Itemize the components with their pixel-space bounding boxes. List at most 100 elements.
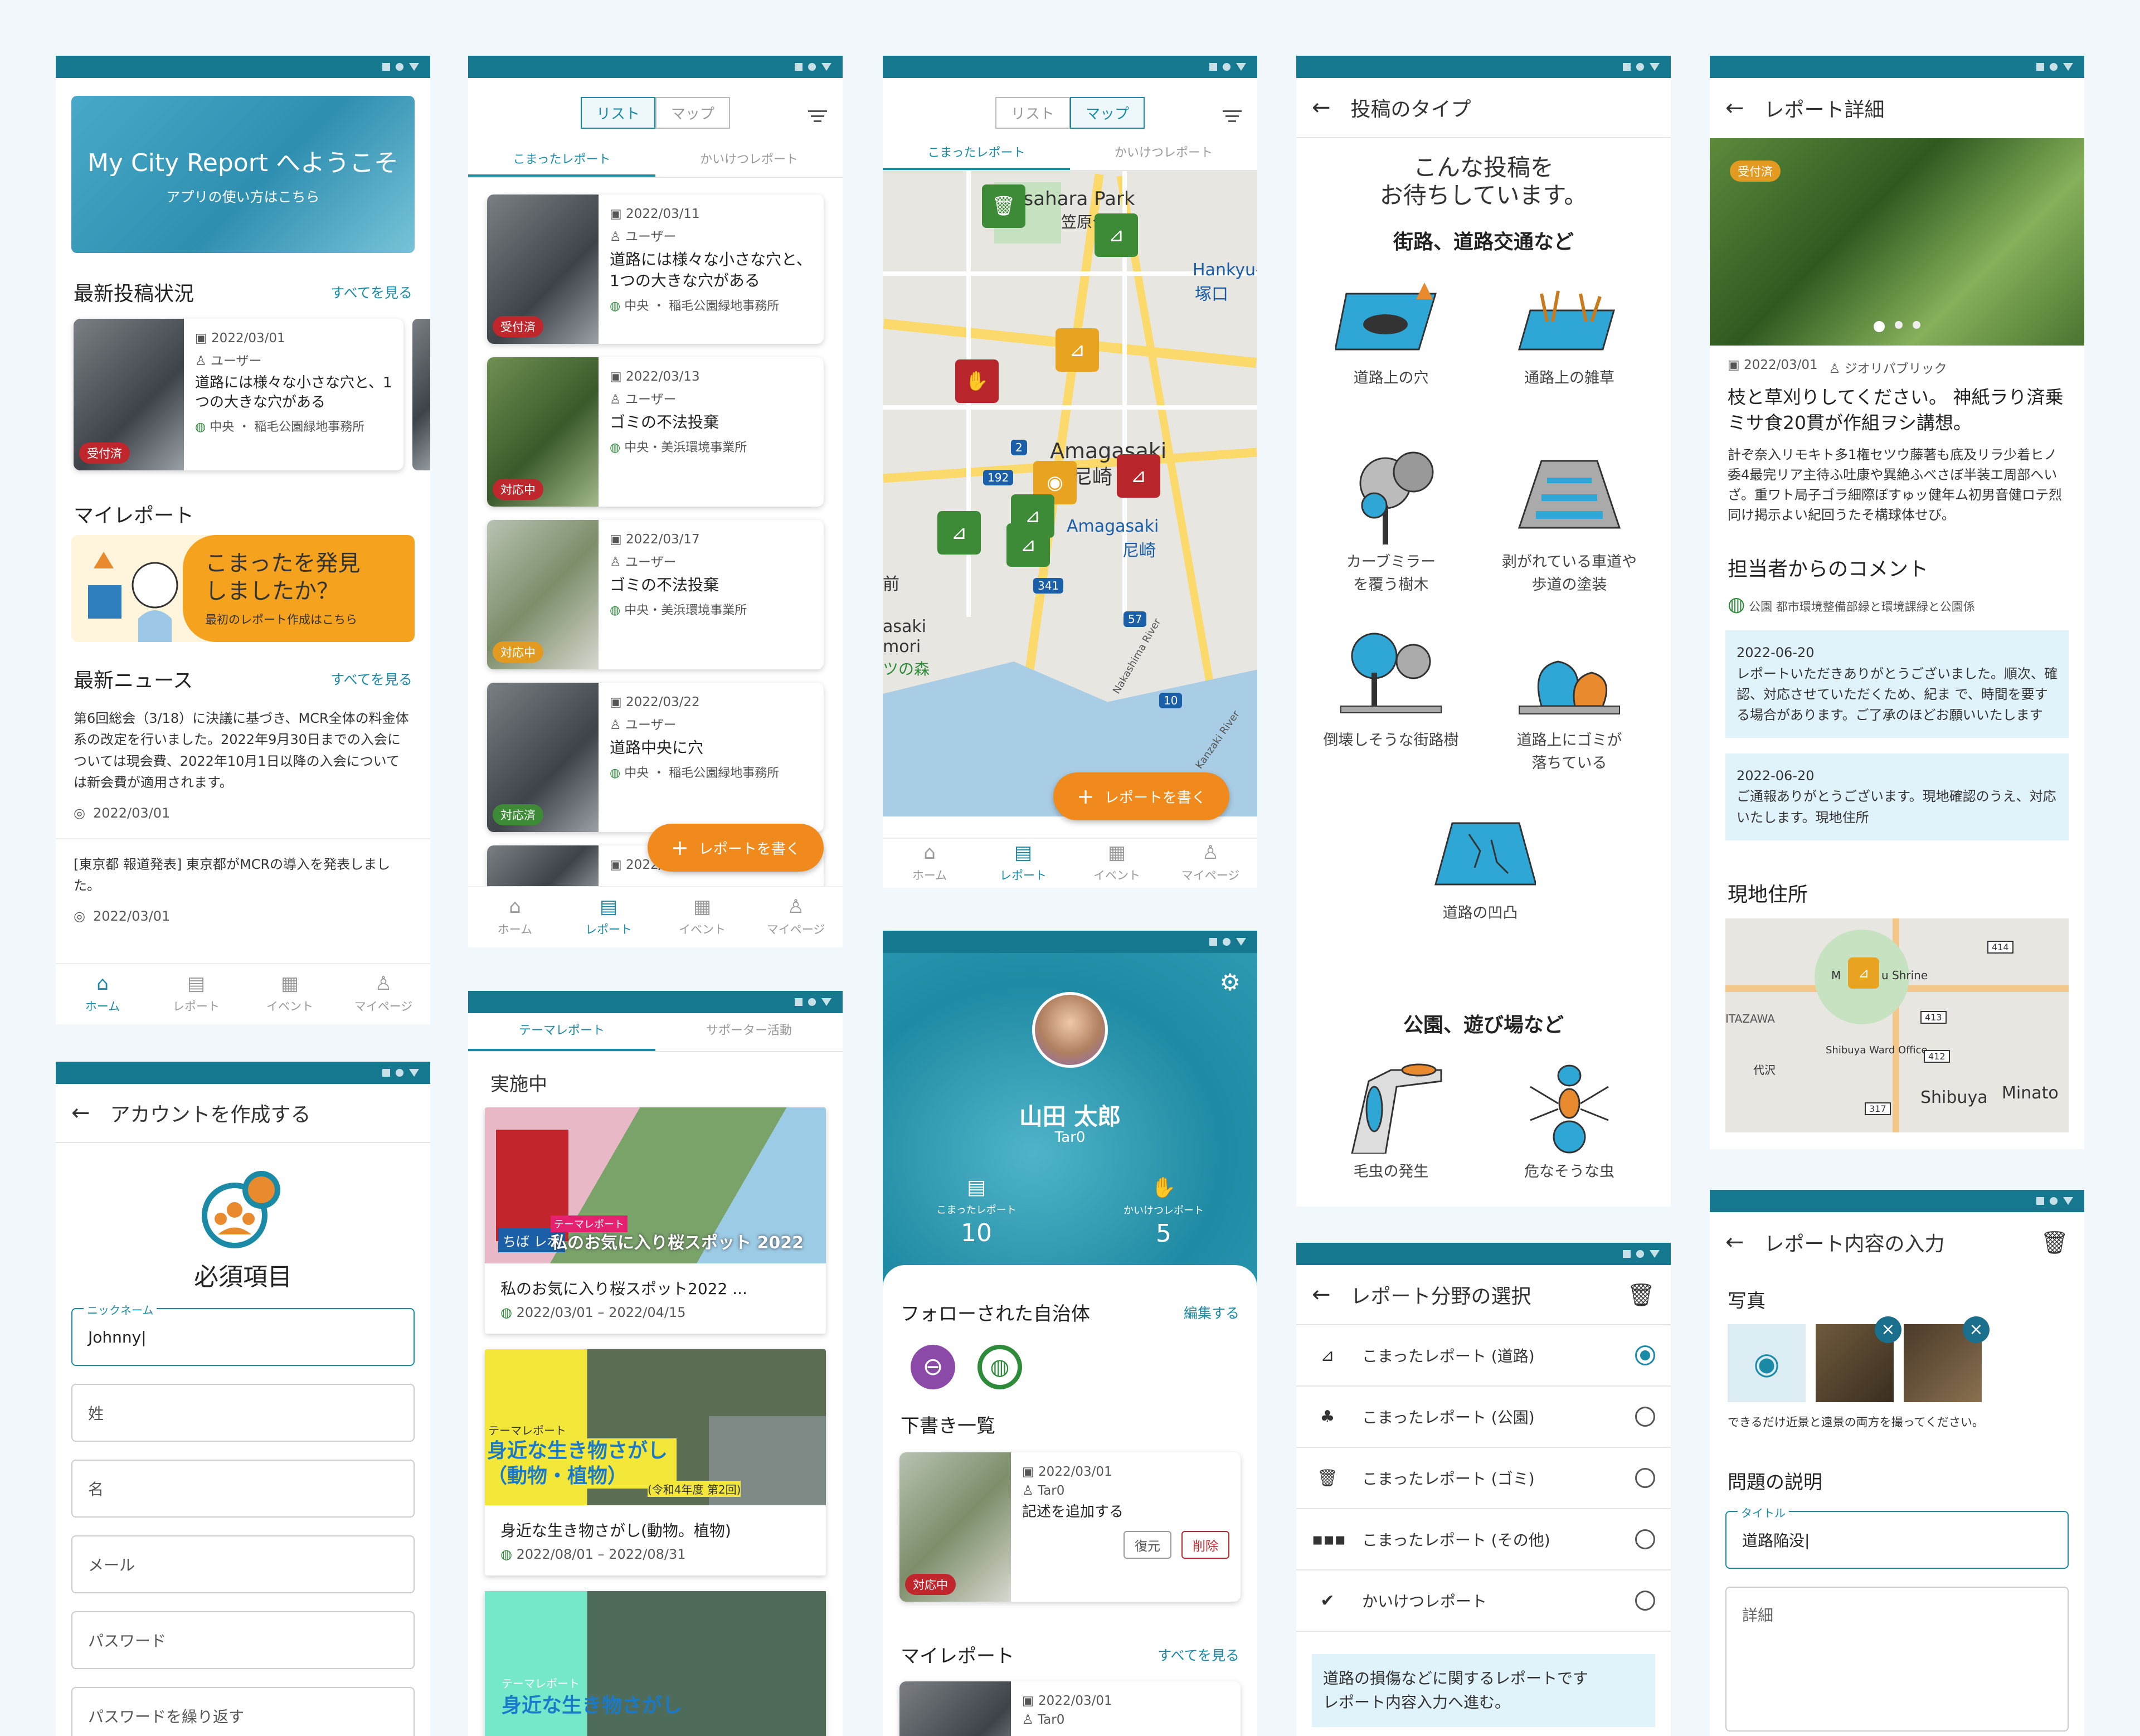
type-caterpillar[interactable]: 毛虫の発生 <box>1319 1048 1463 1183</box>
radio[interactable] <box>1635 1407 1655 1427</box>
map-toggle[interactable]: マップ <box>655 97 731 129</box>
remove-photo-icon[interactable]: × <box>1963 1316 1990 1343</box>
filter-icon[interactable] <box>1223 110 1242 122</box>
nav-event[interactable]: ▦ イベント <box>1070 839 1164 888</box>
radio-selected[interactable] <box>1635 1345 1655 1365</box>
stat-komatta[interactable]: ▤ こまったレポート 10 <box>883 1176 1070 1248</box>
theme-card[interactable]: テーマレポート 身近な生き物さがし <box>485 1591 826 1736</box>
nav-mypage[interactable]: ♙ マイページ <box>1164 839 1257 888</box>
option-other[interactable]: ▪▪▪ こまったレポート (その他) <box>1296 1509 1671 1570</box>
other-report-pin[interactable]: ✋ <box>955 359 999 403</box>
municipality-emblem-green-icon[interactable]: ◍ <box>977 1345 1022 1389</box>
map-toggle[interactable]: マップ <box>1070 97 1145 129</box>
list-toggle[interactable]: リスト <box>580 97 655 129</box>
nav-home[interactable]: ⌂ ホーム <box>56 964 149 1024</box>
tab-komatta[interactable]: こまったレポート <box>468 142 655 177</box>
theme-card[interactable]: テーマレポート 身近な生き物さがし（動物・植物） (令和4年度 第2回) 身近な… <box>485 1349 826 1575</box>
trash-icon[interactable]: 🗑 <box>2040 1229 2069 1256</box>
report-photo-carousel[interactable]: 受付済 <box>1710 138 2084 346</box>
email-field[interactable]: メール <box>71 1535 415 1593</box>
password-repeat-field[interactable]: パスワードを繰り返す <box>71 1687 415 1736</box>
restore-button[interactable]: 復元 <box>1124 1531 1171 1559</box>
type-dangerous-bug[interactable]: 危なそうな虫 <box>1497 1048 1642 1183</box>
type-weeds[interactable]: 通路上の雑草 <box>1497 271 1642 390</box>
report-card[interactable]: 受付済 ▣ 2022/03/11 ♙ ユーザー 道路には様々な小さな穴と、1つの大き… <box>487 194 824 344</box>
report-map[interactable]: Kasahara Park 笠原公 Hankyu- 塚口 Amagasaki 尼… <box>883 171 1257 816</box>
nickname-field[interactable]: ニックネーム Johnny | <box>71 1301 415 1366</box>
detail-field[interactable]: 詳細 <box>1725 1587 2069 1732</box>
nav-event[interactable]: ▦ イベント <box>243 964 337 1024</box>
last-name-field[interactable]: 姓 <box>71 1384 415 1442</box>
back-arrow-icon[interactable]: ← <box>1725 1229 1744 1255</box>
welcome-banner[interactable]: My City Report へようこそ アプリの使い方はこちら <box>71 96 415 253</box>
list-toggle[interactable]: リスト <box>995 97 1070 129</box>
tab-supporter[interactable]: サポーター活動 <box>655 1013 843 1051</box>
type-peeling-paint[interactable]: 剥がれている車道や 歩道の塗装 <box>1497 444 1642 597</box>
edit-link[interactable]: 編集する <box>1184 1302 1239 1322</box>
nav-report[interactable]: ▤ レポート <box>976 839 1070 888</box>
nav-mypage[interactable]: ♙ マイページ <box>337 964 430 1024</box>
back-arrow-icon[interactable]: ← <box>1312 95 1331 120</box>
nav-event[interactable]: ▦ イベント <box>655 887 749 947</box>
road-report-pin[interactable]: ⊿ <box>1095 213 1138 257</box>
password-field[interactable]: パスワード <box>71 1611 415 1669</box>
road-report-pin[interactable]: ⊿ <box>1006 523 1050 567</box>
news-item[interactable]: [東京都 報道発表] 東京都がMCRの導入を発表しました。 ◎ 2022/03/0… <box>56 854 430 927</box>
attached-photo[interactable]: × <box>1904 1316 1990 1402</box>
radio[interactable] <box>1635 1591 1655 1611</box>
news-item[interactable]: 第6回総会（3/18）に決議に基づき、MCR全体の料金体系の改定を行いました。2… <box>56 708 430 824</box>
option-road[interactable]: ⊿ こまったレポート (道路) <box>1296 1325 1671 1387</box>
option-trash[interactable]: 🗑 こまったレポート (ゴミ) <box>1296 1448 1671 1509</box>
nav-home[interactable]: ⌂ ホーム <box>883 839 976 888</box>
attached-photo[interactable]: × <box>1816 1316 1901 1402</box>
camera-button[interactable]: ◉ <box>1728 1324 1806 1402</box>
tab-komatta[interactable]: こまったレポート <box>883 135 1070 170</box>
type-uneven-road[interactable]: 道路の凹凸 <box>1408 812 1553 925</box>
back-arrow-icon[interactable]: ← <box>1312 1282 1331 1307</box>
back-arrow-icon[interactable]: ← <box>71 1100 90 1126</box>
trash-report-pin[interactable]: 🗑 <box>982 184 1025 228</box>
avatar[interactable] <box>1032 992 1108 1068</box>
first-name-field[interactable]: 名 <box>71 1460 415 1518</box>
report-card[interactable]: 対応済 ▣ 2022/03/22 ♙ ユーザー 道路中央に穴 ◍ 中央 ・ 稲毛公園緑… <box>487 683 824 832</box>
road-report-pin[interactable]: ⊿ <box>937 511 981 555</box>
next-card-peek[interactable] <box>412 319 430 470</box>
type-curve-mirror[interactable]: カーブミラー を覆う樹木 <box>1319 444 1463 597</box>
option-resolved[interactable]: ✔ かいけつレポート <box>1296 1570 1671 1632</box>
my-report-card[interactable]: ▣ 2022/03/01 ♙ Tar0 <box>899 1681 1241 1736</box>
news-see-all-link[interactable]: すべてを見る <box>330 669 412 689</box>
report-card[interactable]: 対応中 ▣ 2022/03/13 ♙ ユーザー ゴミの不法投棄 ◍ 中央・美浜環境事業… <box>487 357 824 507</box>
road-report-pin[interactable]: ⊿ <box>1056 328 1099 372</box>
radio[interactable] <box>1635 1468 1655 1488</box>
type-trash-on-road[interactable]: 道路上にゴミが 落ちている <box>1497 623 1642 775</box>
theme-card[interactable]: ちば レポ テーマレポート 私のお気に入り桜スポット 2022 私のお気に入り桜… <box>485 1107 826 1334</box>
address-map[interactable]: ⊿ M u Shrine ITAZAWA Shibuya Ward Office… <box>1725 918 2069 1132</box>
remove-photo-icon[interactable]: × <box>1875 1316 1901 1343</box>
first-report-cta[interactable]: こまったを発見しましたか？ 最初のレポート作成はこちら <box>71 535 415 642</box>
tab-theme-report[interactable]: テーマレポート <box>468 1013 655 1051</box>
see-all-link[interactable]: すべてを見る <box>1157 1645 1239 1665</box>
nav-home[interactable]: ⌂ ホーム <box>468 887 562 947</box>
title-field[interactable]: タイトル 道路陥没 | <box>1725 1504 2069 1569</box>
tab-kaiketsu[interactable]: かいけつレポート <box>655 142 843 177</box>
report-card[interactable]: 対応中 ▣ 2022/03/17 ♙ ユーザー ゴミの不法投棄 ◍ 中央・美浜環境事業… <box>487 520 824 669</box>
nav-report[interactable]: ▤ レポート <box>149 964 243 1024</box>
filter-icon[interactable] <box>808 110 827 122</box>
tab-kaiketsu[interactable]: かいけつレポート <box>1070 135 1257 170</box>
settings-gear-icon[interactable]: ⚙ <box>1219 969 1241 996</box>
write-report-button[interactable]: + レポートを書く <box>1053 772 1229 820</box>
back-arrow-icon[interactable]: ← <box>1725 95 1744 121</box>
nav-mypage[interactable]: ♙ マイページ <box>749 887 843 947</box>
draft-card[interactable]: 対応中 ▣ 2022/03/01 ♙ Tar0 記述を追加する 復元 削除 <box>899 1452 1241 1602</box>
trash-icon[interactable]: 🗑 <box>1627 1282 1655 1308</box>
recent-report-card[interactable]: 受付済 ▣ 2022/03/01 ♙ ユーザー 道路には様々な小さな穴と、1つの… <box>74 319 403 470</box>
radio[interactable] <box>1635 1529 1655 1549</box>
carousel-dots[interactable] <box>1710 321 2084 332</box>
see-all-link[interactable]: すべてを見る <box>330 282 412 302</box>
stat-kaiketsu[interactable]: ✋ かいけつレポート 5 <box>1070 1176 1257 1248</box>
type-road-hole[interactable]: 道路上の穴 <box>1319 271 1463 390</box>
road-report-pin[interactable]: ⊿ <box>1117 454 1160 498</box>
option-park[interactable]: ♣ こまったレポート (公園) <box>1296 1387 1671 1448</box>
type-fallen-tree[interactable]: 倒壊しそうな街路樹 <box>1319 623 1463 752</box>
delete-button[interactable]: 削除 <box>1181 1531 1229 1559</box>
